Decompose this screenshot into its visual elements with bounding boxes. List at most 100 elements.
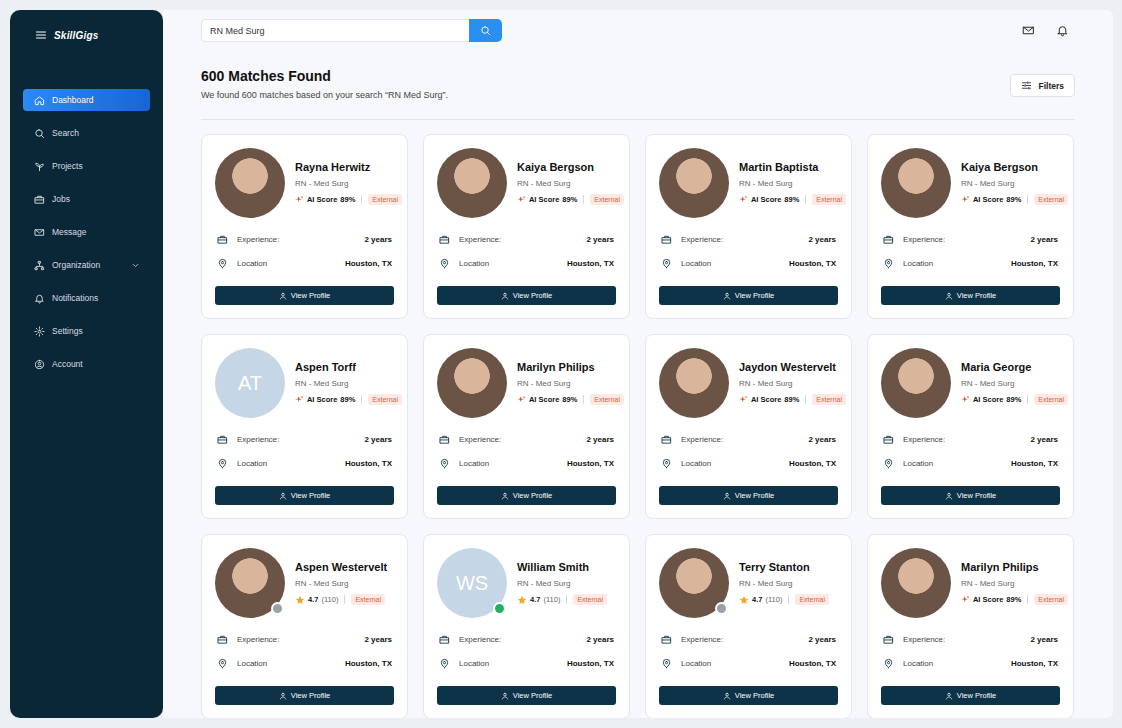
sidebar-item[interactable]: Organization <box>23 254 150 276</box>
candidate-name[interactable]: Terry Stanton <box>739 561 829 573</box>
view-profile-button[interactable]: View Profile <box>215 686 394 705</box>
view-profile-button[interactable]: View Profile <box>659 286 838 305</box>
experience-row: Experience:2 years <box>217 631 392 647</box>
sidebar-item[interactable]: Account <box>23 353 150 375</box>
search-button[interactable] <box>469 19 502 42</box>
person-icon <box>501 292 509 300</box>
experience-row: Experience:2 years <box>661 231 836 247</box>
search-icon <box>480 25 491 36</box>
card-header: Marilyn PhilipsRN - Med SurgAI Score89%E… <box>437 348 624 418</box>
view-profile-button[interactable]: View Profile <box>437 486 616 505</box>
logo[interactable]: SkillGigs <box>54 30 99 41</box>
card-details: Experience:2 yearsLocationHouston, TX <box>881 431 1060 471</box>
candidate-name[interactable]: William Smith <box>517 561 607 573</box>
ai-score-label: AI Score <box>751 195 781 204</box>
sidebar-item[interactable]: Projects <box>23 155 150 177</box>
candidate-role: RN - Med Surg <box>739 179 846 188</box>
candidate-name[interactable]: Jaydon Westervelt <box>739 361 846 373</box>
location-pin-icon <box>661 258 672 269</box>
location-pin-icon <box>439 458 450 469</box>
avatar[interactable] <box>881 348 951 418</box>
briefcase-icon <box>883 234 894 245</box>
bell-icon[interactable] <box>1056 24 1069 37</box>
sparkle-icon <box>961 195 970 204</box>
candidate-name[interactable]: Maria George <box>961 361 1068 373</box>
card-header: ATAspen TorffRN - Med SurgAI Score89%Ext… <box>215 348 402 418</box>
avatar[interactable] <box>215 148 285 218</box>
candidate-role: RN - Med Surg <box>739 579 829 588</box>
sidebar-item[interactable]: Dashboard <box>23 89 150 111</box>
results-title: 600 Matches Found <box>201 68 1010 85</box>
candidate-name[interactable]: Marilyn Philips <box>961 561 1068 573</box>
card-info: Rayna HerwitzRN - Med SurgAI Score89%Ext… <box>295 161 402 205</box>
avatar[interactable] <box>437 148 507 218</box>
candidate-name[interactable]: Kaiya Bergson <box>961 161 1068 173</box>
candidate-role: RN - Med Surg <box>961 379 1068 388</box>
briefcase-icon <box>34 194 45 205</box>
sidebar-item[interactable]: Message <box>23 221 150 243</box>
view-profile-button[interactable]: View Profile <box>881 686 1060 705</box>
external-tag: External <box>573 594 607 605</box>
avatar[interactable] <box>437 348 507 418</box>
view-profile-button[interactable]: View Profile <box>437 686 616 705</box>
candidate-name[interactable]: Kaiya Bergson <box>517 161 624 173</box>
hamburger-icon[interactable] <box>35 29 47 41</box>
avatar[interactable]: WS <box>437 548 507 618</box>
sidebar-item[interactable]: Search <box>23 122 150 144</box>
card-header: Maria GeorgeRN - Med SurgAI Score89%Exte… <box>881 348 1068 418</box>
card-header: Jaydon WesterveltRN - Med SurgAI Score89… <box>659 348 846 418</box>
external-tag: External <box>1034 594 1068 605</box>
card-info: Kaiya BergsonRN - Med SurgAI Score89%Ext… <box>961 161 1068 205</box>
card-info: Terry StantonRN - Med Surg4.7(110)Extern… <box>739 561 829 605</box>
avatar[interactable] <box>215 548 285 618</box>
card-details: Experience:2 yearsLocationHouston, TX <box>881 231 1060 271</box>
card-info: Marilyn PhilipsRN - Med SurgAI Score89%E… <box>517 361 624 405</box>
ai-score-label: AI Score <box>307 195 337 204</box>
candidate-name[interactable]: Martin Baptista <box>739 161 846 173</box>
view-profile-button[interactable]: View Profile <box>881 486 1060 505</box>
experience-row: Experience:2 years <box>661 431 836 447</box>
avatar[interactable] <box>881 148 951 218</box>
star-icon <box>517 595 527 605</box>
candidate-role: RN - Med Surg <box>961 179 1068 188</box>
view-profile-button[interactable]: View Profile <box>659 686 838 705</box>
avatar[interactable] <box>659 348 729 418</box>
sidebar-item[interactable]: Settings <box>23 320 150 342</box>
external-tag: External <box>1034 394 1068 405</box>
review-count: (110) <box>321 595 338 604</box>
separator <box>1027 395 1028 404</box>
avatar[interactable] <box>659 548 729 618</box>
location-row: LocationHouston, TX <box>883 655 1058 671</box>
sidebar-item[interactable]: Notifications <box>23 287 150 309</box>
sidebar-item[interactable]: Jobs <box>23 188 150 210</box>
separator <box>1027 595 1028 604</box>
person-icon <box>723 692 731 700</box>
search-input[interactable]: RN Med Surg <box>201 19 469 42</box>
avatar[interactable]: AT <box>215 348 285 418</box>
candidate-name[interactable]: Marilyn Philips <box>517 361 624 373</box>
view-profile-button[interactable]: View Profile <box>215 286 394 305</box>
candidate-name[interactable]: Aspen Torff <box>295 361 402 373</box>
candidate-name[interactable]: Rayna Herwitz <box>295 161 402 173</box>
avatar[interactable] <box>881 548 951 618</box>
sparkle-icon <box>739 195 748 204</box>
card-details: Experience:2 yearsLocationHouston, TX <box>437 231 616 271</box>
candidate-role: RN - Med Surg <box>517 379 624 388</box>
ai-score-label: AI Score <box>973 595 1003 604</box>
candidate-card: Marilyn PhilipsRN - Med SurgAI Score89%E… <box>867 534 1074 718</box>
card-details: Experience:2 yearsLocationHouston, TX <box>659 431 838 471</box>
candidate-grid: Rayna Herwitz RN - Med Surg AI Score 89% Ext… <box>201 134 1075 718</box>
avatar[interactable] <box>659 148 729 218</box>
card-details: Experience:2 yearsLocationHouston, TX <box>659 631 838 671</box>
mail-icon[interactable] <box>1022 24 1035 37</box>
candidate-name[interactable]: Aspen Westervelt <box>295 561 387 573</box>
ai-score-value: 89% <box>1006 395 1021 404</box>
view-profile-button[interactable]: View Profile <box>881 286 1060 305</box>
sparkle-icon <box>739 395 748 404</box>
view-profile-button[interactable]: View Profile <box>659 486 838 505</box>
view-profile-button[interactable]: View Profile <box>215 486 394 505</box>
person-icon <box>723 292 731 300</box>
view-profile-button[interactable]: View Profile <box>437 286 616 305</box>
filters-button[interactable]: Filters <box>1010 74 1075 97</box>
location-pin-icon <box>883 458 894 469</box>
